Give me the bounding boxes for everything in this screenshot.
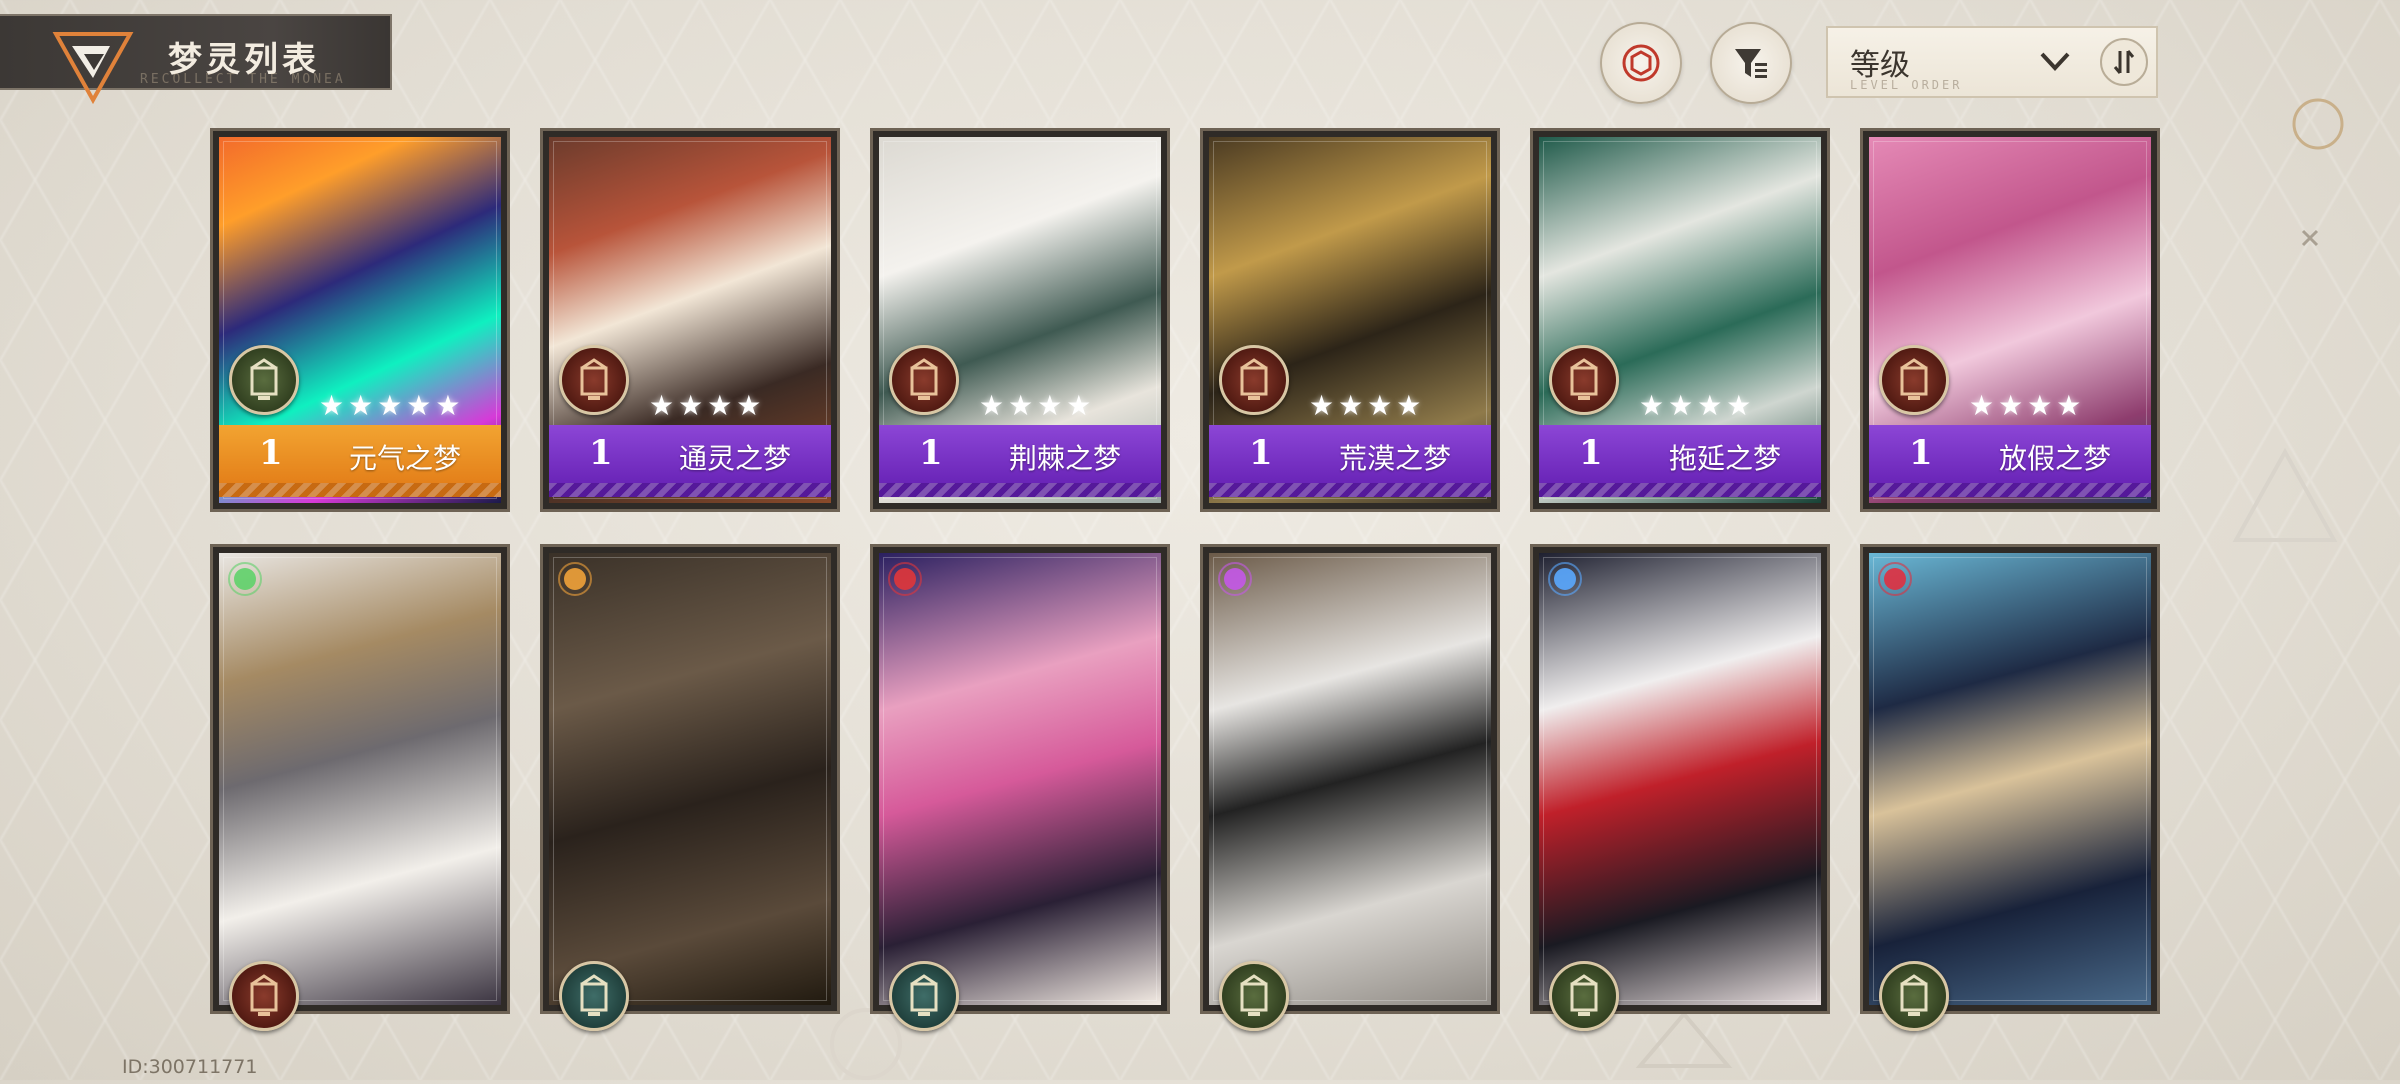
card-level: 1 — [1249, 433, 1273, 473]
rank-badge-icon — [1219, 345, 1289, 415]
card-level: 1 — [1909, 433, 1933, 473]
card-level: 1 — [1579, 433, 1603, 473]
card-bottom-stripe — [1209, 483, 1491, 497]
card-bottom-stripe — [219, 483, 501, 497]
rank-badge-icon — [1549, 345, 1619, 415]
rank-badge-icon — [1879, 345, 1949, 415]
red-gem-icon — [888, 562, 922, 596]
character-card-art — [1539, 553, 1821, 1005]
rank-badge-icon — [229, 345, 299, 415]
filter-icon — [1735, 49, 1767, 78]
dream-card[interactable]: ★★★★ 1 拖延之梦 — [1530, 128, 1830, 512]
star-rating: ★★★★ — [1309, 389, 1426, 422]
decor-triangle-icon — [2232, 447, 2338, 542]
card-name: 荆棘之梦 — [1008, 442, 1121, 475]
purple-spirit-icon — [1218, 562, 1252, 596]
sort-dropdown[interactable]: 等级 LEVEL ORDER — [1826, 26, 2158, 98]
chevron-down-icon — [2040, 52, 2070, 71]
target-icon — [1622, 44, 1660, 82]
rank-badge-icon — [559, 345, 629, 415]
page-title-tab: 梦灵列表 RECOLLECT THE MONEA — [0, 14, 392, 105]
green-orbit-icon — [228, 562, 262, 596]
rank-badge-icon — [889, 345, 959, 415]
star-rating: ★★★★ — [1639, 389, 1756, 422]
character-card[interactable] — [870, 544, 1170, 1031]
red-flame-icon — [1878, 562, 1912, 596]
card-info-bar: 1 荆棘之梦 — [879, 425, 1161, 483]
card-name: 拖延之梦 — [1668, 442, 1781, 475]
card-bottom-stripe — [1869, 483, 2151, 497]
card-name: 通灵之梦 — [678, 442, 791, 475]
dream-card[interactable]: ★★★★ 1 通灵之梦 — [540, 128, 840, 512]
rank-badge-icon — [1879, 961, 1949, 1031]
decor-cross-icon — [2301, 229, 2319, 247]
character-card[interactable] — [1200, 544, 1500, 1031]
dream-card[interactable]: ★★★★ 1 放假之梦 — [1860, 128, 2160, 512]
character-card-art — [1869, 553, 2151, 1005]
user-id-label: ID:300711771 — [122, 1056, 258, 1078]
card-name: 元气之梦 — [348, 442, 461, 475]
character-card-art — [219, 553, 501, 1005]
character-card-art — [549, 553, 831, 1005]
card-info-bar: 1 元气之梦 — [219, 425, 501, 483]
dream-card[interactable]: ★★★★ 1 荆棘之梦 — [870, 128, 1170, 512]
sort-sub-label: LEVEL ORDER — [1850, 78, 1963, 92]
rank-badge-icon — [1219, 961, 1289, 1031]
card-info-bar: 1 荒漠之梦 — [1209, 425, 1491, 483]
filter-button[interactable] — [1710, 22, 1792, 104]
card-level: 1 — [259, 433, 283, 473]
card-bottom-stripe — [879, 483, 1161, 497]
dream-card[interactable]: ★★★★ 1 荒漠之梦 — [1200, 128, 1500, 512]
dream-card[interactable]: ★★★★★ 1 元气之梦 — [210, 128, 510, 512]
card-bottom-stripe — [549, 483, 831, 497]
star-rating: ★★★★ — [1969, 389, 2086, 422]
rank-badge-icon — [559, 961, 629, 1031]
card-name: 放假之梦 — [1998, 442, 2111, 475]
star-rating: ★★★★ — [649, 389, 766, 422]
character-card[interactable] — [1860, 544, 2160, 1031]
rank-badge-icon — [1549, 961, 1619, 1031]
page-title-watermark: RECOLLECT THE MONEA — [140, 72, 346, 87]
card-level: 1 — [589, 433, 613, 473]
character-card-art — [1209, 553, 1491, 1005]
card-info-bar: 1 通灵之梦 — [549, 425, 831, 483]
card-name: 荒漠之梦 — [1338, 442, 1451, 475]
title-logo-icon — [52, 32, 134, 105]
star-rating: ★★★★★ — [319, 389, 465, 422]
decor-triangle-bottom-icon — [1635, 1010, 1733, 1068]
card-info-bar: 1 放假之梦 — [1869, 425, 2151, 483]
target-filter-button[interactable] — [1600, 22, 1682, 104]
card-info-bar: 1 拖延之梦 — [1539, 425, 1821, 483]
orange-orb-icon — [558, 562, 592, 596]
card-level: 1 — [919, 433, 943, 473]
character-card[interactable] — [210, 544, 510, 1031]
sort-order-icon — [2113, 50, 2135, 74]
character-card[interactable] — [1530, 544, 1830, 1031]
sort-order-button[interactable] — [2100, 38, 2148, 86]
card-bottom-stripe — [1539, 483, 1821, 497]
character-card[interactable] — [540, 544, 840, 1031]
character-card-art — [879, 553, 1161, 1005]
rank-badge-icon — [889, 961, 959, 1031]
decor-circle-icon — [2292, 98, 2344, 150]
star-rating: ★★★★ — [979, 389, 1096, 422]
blue-crystal-icon — [1548, 562, 1582, 596]
rank-badge-icon — [229, 961, 299, 1031]
